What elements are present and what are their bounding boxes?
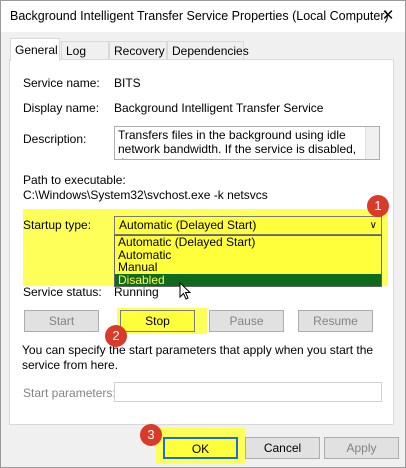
start-button[interactable]: Start: [24, 310, 99, 332]
tab-log-on[interactable]: Log On: [61, 41, 109, 76]
startup-option-manual[interactable]: Manual: [115, 261, 381, 274]
resume-button[interactable]: Resume: [298, 310, 373, 332]
step-badge-2: 2: [105, 325, 127, 347]
startup-type-dropdown: Automatic (Delayed Start) Automatic Manu…: [114, 235, 382, 287]
start-parameters-label: Start parameters:: [23, 386, 116, 400]
display-name-value: Background Intelligent Transfer Service: [114, 101, 324, 115]
path-value: C:\Windows\System32\svchost.exe -k netsv…: [23, 188, 268, 202]
service-status-label: Service status:: [23, 285, 102, 299]
chevron-down-icon[interactable]: ∨: [370, 217, 377, 234]
tab-recovery[interactable]: Recovery: [109, 41, 167, 59]
path-label: Path to executable:: [23, 173, 126, 187]
startup-type-label: Startup type:: [23, 218, 92, 232]
tab-general[interactable]: General: [10, 38, 60, 61]
apply-button[interactable]: Apply: [324, 437, 399, 459]
properties-window: Background Intelligent Transfer Service …: [0, 0, 406, 468]
ok-button[interactable]: OK: [163, 437, 238, 459]
startup-option-delayed[interactable]: Automatic (Delayed Start): [115, 236, 381, 249]
display-name-label: Display name:: [23, 101, 100, 115]
description-text: Transfers files in the background using …: [118, 128, 357, 159]
description-scrollbar[interactable]: [365, 127, 379, 159]
cancel-button[interactable]: Cancel: [245, 437, 320, 459]
window-title: Background Intelligent Transfer Service …: [10, 9, 389, 23]
step-badge-1: 1: [367, 195, 389, 217]
service-name-value: BITS: [114, 76, 141, 90]
stop-button[interactable]: Stop: [120, 310, 195, 332]
start-parameters-input[interactable]: [114, 382, 382, 402]
start-params-note: You can specify the start parameters tha…: [22, 343, 374, 372]
mouse-cursor-icon: [179, 282, 191, 300]
description-label: Description:: [23, 132, 87, 146]
description-box[interactable]: Transfers files in the background using …: [114, 126, 380, 160]
startup-type-select[interactable]: Automatic (Delayed Start) ∨: [114, 216, 382, 235]
step-badge-3: 3: [140, 424, 162, 446]
close-icon[interactable]: ✕: [375, 5, 401, 27]
title-bar: Background Intelligent Transfer Service …: [1, 1, 405, 32]
service-status-value: Running: [114, 285, 159, 299]
general-panel: Service name: BITS Display name: Backgro…: [9, 59, 394, 425]
startup-type-value: Automatic (Delayed Start): [119, 218, 257, 232]
pause-button[interactable]: Pause: [209, 310, 284, 332]
service-name-label: Service name:: [23, 76, 100, 90]
tab-dependencies[interactable]: Dependencies: [167, 41, 249, 59]
